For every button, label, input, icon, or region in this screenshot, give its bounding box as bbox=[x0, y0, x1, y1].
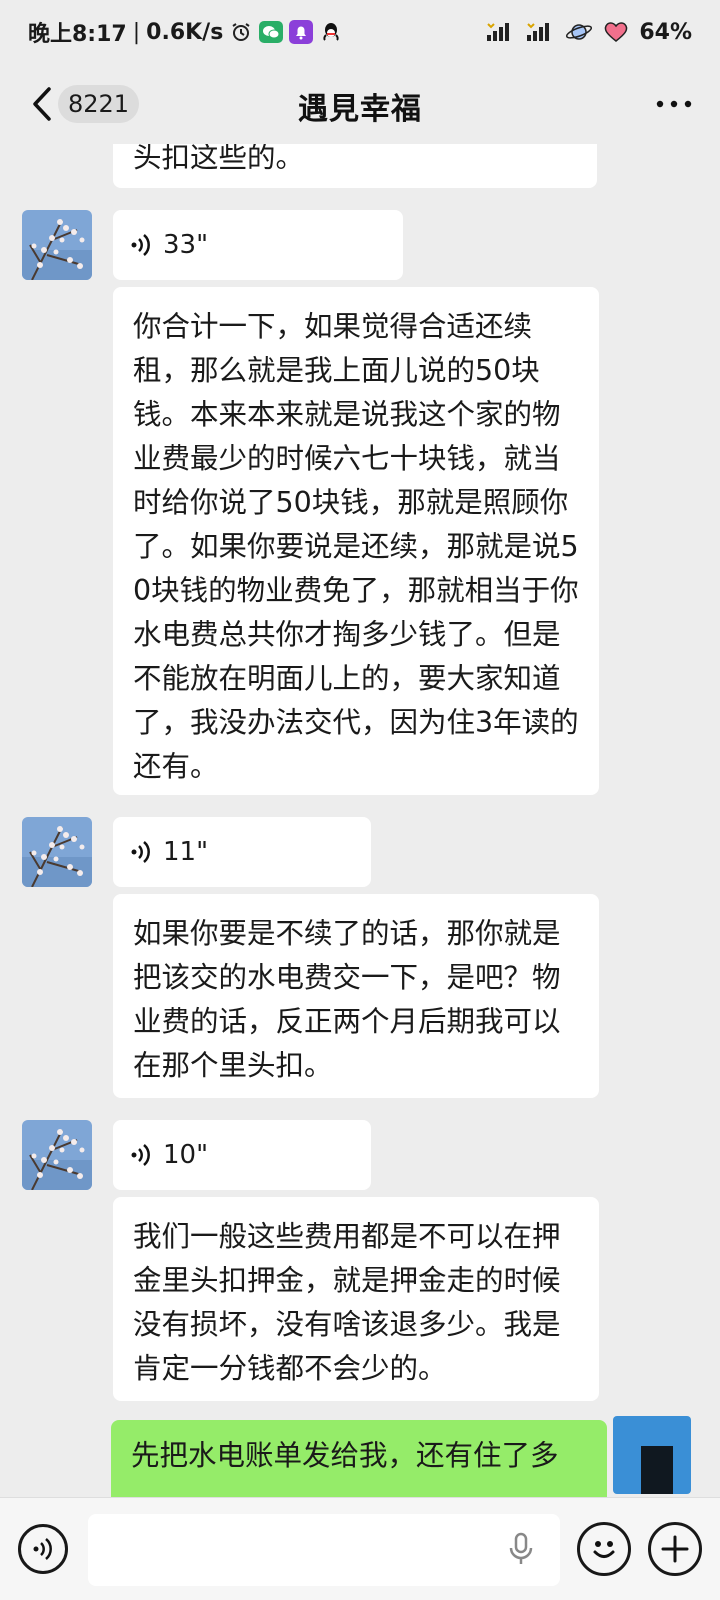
voice-message-bubble[interactable]: 33" bbox=[113, 210, 403, 280]
message-bubble[interactable]: 我们一般这些费用都是不可以在押金里头扣押金，就是押金走的时候没有损坏，没有啥该退… bbox=[113, 1197, 599, 1401]
voice-duration: 33" bbox=[163, 230, 209, 260]
message-bubble[interactable]: 头扣这些的。 bbox=[113, 144, 597, 188]
microphone-button[interactable] bbox=[505, 1528, 537, 1572]
contact-avatar[interactable] bbox=[22, 817, 92, 887]
message-text: 我们一般这些费用都是不可以在押金里头扣押金，就是押金走的时候没有损坏，没有啥该退… bbox=[133, 1220, 561, 1385]
smiley-icon bbox=[593, 1541, 615, 1558]
voice-wave-icon bbox=[129, 839, 155, 865]
signal-2-icon bbox=[525, 20, 555, 44]
message-text: 先把水电账单发给我，还有住了多 bbox=[131, 1439, 559, 1472]
blossom-avatar-image bbox=[22, 210, 92, 280]
alarm-clock-icon bbox=[229, 20, 253, 44]
status-bar: 晚上8:17 | 0.6K/s 64% bbox=[0, 0, 720, 64]
own-avatar[interactable] bbox=[613, 1416, 691, 1494]
blossom-avatar-image bbox=[22, 1120, 92, 1190]
avatar-image bbox=[641, 1446, 673, 1494]
more-options-button[interactable] bbox=[654, 90, 694, 118]
status-divider: | bbox=[132, 19, 141, 45]
message-text: 如果你要是不续了的话，那你就是把该交的水电费交一下，是吧？物业费的话，反正两个月… bbox=[133, 917, 561, 1082]
voice-duration: 10" bbox=[163, 1140, 209, 1170]
microphone-icon bbox=[509, 1532, 533, 1564]
message-text: 你合计一下，如果觉得合适还续租，那么就是我上面儿说的50块钱。本来本来就是说我这… bbox=[133, 310, 579, 783]
signal-1-icon bbox=[485, 20, 515, 44]
voice-duration: 11" bbox=[163, 837, 209, 867]
contact-avatar[interactable] bbox=[22, 210, 92, 280]
message-list[interactable]: 头扣这些的。 33" 你合计一下，如果觉得合适还续租，那么就是我上面儿说的50块… bbox=[0, 144, 720, 1497]
plus-icon bbox=[661, 1535, 689, 1563]
qq-penguin-icon bbox=[319, 20, 343, 44]
input-bar bbox=[0, 1497, 720, 1600]
contact-avatar[interactable] bbox=[22, 1120, 92, 1190]
network-speed: 0.6K/s bbox=[146, 19, 224, 45]
voice-wave-icon bbox=[129, 232, 155, 258]
bell-notification-icon bbox=[289, 20, 314, 44]
emoji-button[interactable] bbox=[577, 1522, 631, 1576]
message-text: 头扣这些的。 bbox=[133, 144, 305, 174]
own-message-bubble[interactable]: 先把水电账单发给我，还有住了多 bbox=[111, 1420, 607, 1497]
voice-wave-icon bbox=[129, 1142, 155, 1168]
voice-message-bubble[interactable]: 11" bbox=[113, 817, 371, 887]
chat-header: 8221 遇見幸福 bbox=[0, 64, 720, 144]
wechat-notification-icon bbox=[259, 20, 284, 44]
heart-battery-icon bbox=[603, 20, 629, 44]
message-bubble[interactable]: 你合计一下，如果觉得合适还续租，那么就是我上面儿说的50块钱。本来本来就是说我这… bbox=[113, 287, 599, 795]
battery-level: 64% bbox=[639, 19, 692, 45]
chat-title: 遇見幸福 bbox=[298, 92, 422, 127]
blossom-avatar-image bbox=[22, 817, 92, 887]
voice-wave-icon bbox=[33, 1538, 52, 1560]
message-bubble[interactable]: 如果你要是不续了的话，那你就是把该交的水电费交一下，是吧？物业费的话，反正两个月… bbox=[113, 894, 599, 1098]
more-functions-button[interactable] bbox=[648, 1522, 702, 1576]
message-input[interactable] bbox=[88, 1514, 560, 1586]
planet-icon bbox=[565, 20, 593, 44]
more-dots-icon bbox=[656, 100, 692, 108]
status-time: 晚上8:17 bbox=[28, 22, 127, 47]
voice-message-bubble[interactable]: 10" bbox=[113, 1120, 371, 1190]
voice-input-toggle-button[interactable] bbox=[18, 1524, 68, 1574]
